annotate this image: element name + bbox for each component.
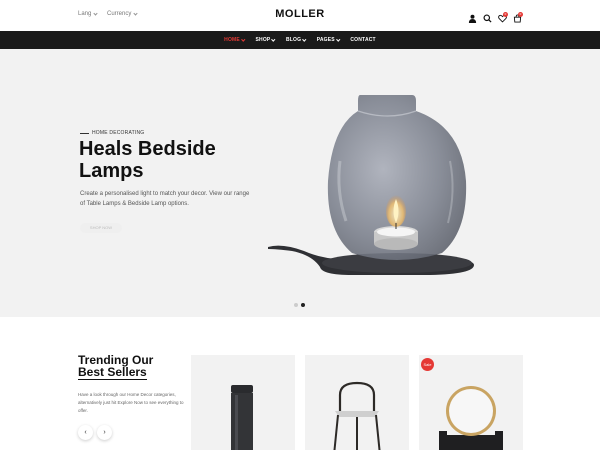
product-card[interactable]: [305, 355, 409, 450]
nav-item-contact[interactable]: CONTACT: [350, 37, 375, 43]
cart-icon[interactable]: 0: [513, 10, 523, 23]
eyebrow-line: [80, 132, 89, 134]
nav-item-label: HOME: [224, 37, 240, 43]
search-icon[interactable]: [483, 10, 492, 23]
main-nav: HOME SHOP BLOG PAGES CONTACT: [0, 31, 600, 49]
hero-eyebrow-text: HOME DECORATING: [92, 130, 145, 136]
nav-item-label: CONTACT: [350, 37, 376, 43]
chair-image: [333, 381, 381, 450]
bottle-image: [231, 385, 253, 450]
sale-badge: Sale: [421, 358, 434, 371]
cart-count-badge: 0: [518, 12, 523, 17]
product-card[interactable]: Sale: [419, 355, 523, 450]
chevron-right-icon: ›: [103, 429, 106, 436]
product-card[interactable]: [191, 355, 295, 450]
slider-dot-2[interactable]: [301, 303, 305, 307]
chevron-left-icon: ‹: [84, 429, 87, 436]
user-icon[interactable]: [468, 10, 477, 23]
trending-description: Have a look through our Home Decor categ…: [78, 392, 184, 413]
hero-slider: HOME DECORATING Heals Bedside Lamps Crea…: [0, 49, 600, 317]
heart-icon[interactable]: 0: [498, 10, 508, 23]
nav-item-label: BLOG: [285, 37, 302, 43]
nav-item-label: PAGES: [316, 37, 335, 43]
top-bar: Lang Currency MOLLER 0 0: [0, 0, 600, 31]
nav-item-home[interactable]: HOME: [224, 37, 245, 43]
chevron-down-icon: [302, 37, 307, 41]
slider-dot-1[interactable]: [294, 303, 298, 307]
hero-title-line2: Lamps: [79, 160, 144, 182]
header-icons: 0 0: [468, 10, 523, 23]
chevron-down-icon: [271, 37, 276, 41]
lamp-image: [268, 95, 474, 275]
next-button[interactable]: ›: [97, 425, 112, 440]
nav-item-label: SHOP: [255, 37, 271, 43]
slider-dots: [294, 303, 305, 307]
prev-button[interactable]: ‹: [78, 425, 93, 440]
shop-now-button[interactable]: SHOP NOW: [80, 223, 122, 233]
hero-title: Heals Bedside Lamps: [79, 138, 259, 182]
trending-title: Trending Our Best Sellers: [78, 354, 178, 380]
chevron-down-icon: [336, 37, 340, 41]
nav-item-pages[interactable]: PAGES: [317, 37, 340, 43]
mirror-image: [439, 386, 503, 450]
chevron-down-icon: [241, 37, 245, 41]
trending-title-line2: Best Sellers: [78, 365, 147, 380]
hero-eyebrow: HOME DECORATING: [80, 130, 144, 136]
hero-description: Create a personalised light to match you…: [80, 191, 250, 207]
nav-item-shop[interactable]: SHOP: [255, 37, 276, 43]
carousel-arrows: ‹ ›: [78, 425, 112, 440]
wishlist-count-badge: 0: [503, 12, 508, 17]
hero-title-line1: Heals Bedside: [79, 138, 216, 160]
nav-item-blog[interactable]: BLOG: [285, 37, 307, 43]
